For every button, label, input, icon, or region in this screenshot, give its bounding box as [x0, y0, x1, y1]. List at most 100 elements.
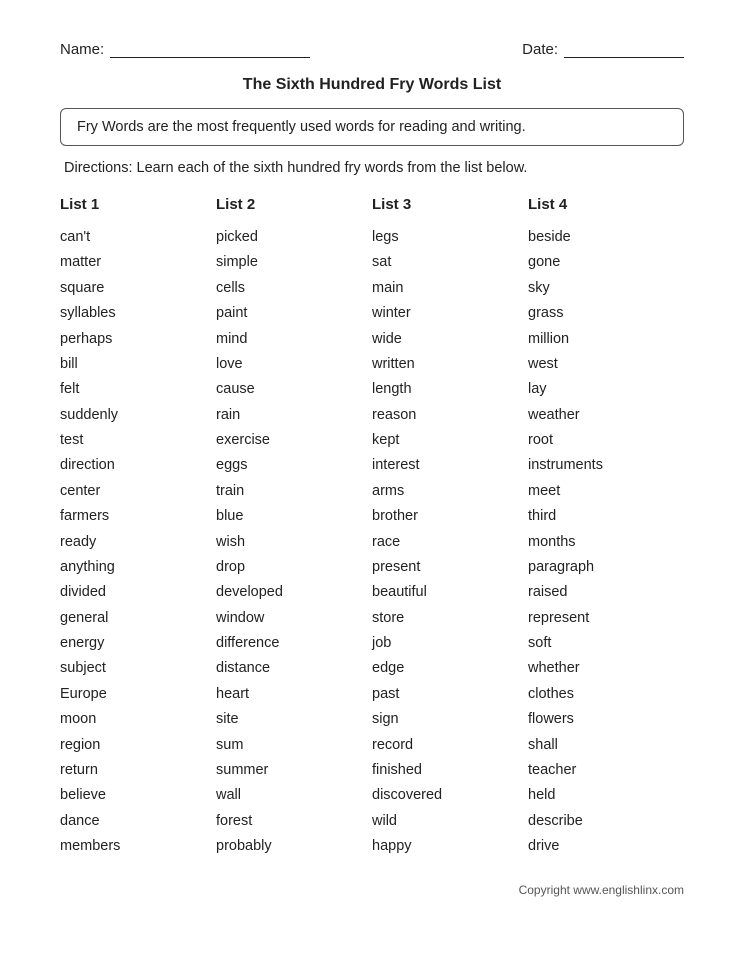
list-header-4: List 4 [528, 196, 674, 213]
list-item: arms [372, 479, 518, 504]
list-item: difference [216, 631, 362, 656]
list-col-3: List 3 legssatmainwinterwidewrittenlengt… [372, 196, 528, 859]
list-item: present [372, 555, 518, 580]
list-item: months [528, 530, 674, 555]
list-col-2: List 2 pickedsimplecellspaintmindlovecau… [216, 196, 372, 859]
list-item: train [216, 479, 362, 504]
list-item: cells [216, 276, 362, 301]
list-item: sum [216, 733, 362, 758]
list-item: bill [60, 352, 206, 377]
list-item: region [60, 733, 206, 758]
list-item: believe [60, 783, 206, 808]
list-item: probably [216, 834, 362, 859]
list-item: written [372, 352, 518, 377]
list-item: finished [372, 758, 518, 783]
date-underline [564, 40, 684, 58]
list-item: perhaps [60, 327, 206, 352]
list-item: beside [528, 225, 674, 250]
list-item: cause [216, 377, 362, 402]
list-item: test [60, 428, 206, 453]
list-item: Europe [60, 682, 206, 707]
list-item: teacher [528, 758, 674, 783]
list-item: center [60, 479, 206, 504]
list-item: mind [216, 327, 362, 352]
list-item: meet [528, 479, 674, 504]
list-item: picked [216, 225, 362, 250]
header-row: Name: Date: [60, 40, 684, 58]
list-item: anything [60, 555, 206, 580]
name-underline [110, 40, 310, 58]
list-item: represent [528, 606, 674, 631]
list-item: job [372, 631, 518, 656]
list-col-1: List 1 can'tmattersquaresyllablesperhaps… [60, 196, 216, 859]
list-item: sat [372, 250, 518, 275]
list-item: grass [528, 301, 674, 326]
list-item: felt [60, 377, 206, 402]
list-item: ready [60, 530, 206, 555]
description-text: Fry Words are the most frequently used w… [77, 119, 526, 135]
list-4-words: besidegoneskygrassmillionwestlayweatherr… [528, 225, 674, 859]
list-item: race [372, 530, 518, 555]
list-item: wild [372, 809, 518, 834]
list-1-words: can'tmattersquaresyllablesperhapsbillfel… [60, 225, 206, 859]
list-item: heart [216, 682, 362, 707]
list-item: forest [216, 809, 362, 834]
list-item: instruments [528, 453, 674, 478]
list-item: kept [372, 428, 518, 453]
list-item: gone [528, 250, 674, 275]
directions-text: Directions: Learn each of the sixth hund… [60, 160, 684, 176]
list-item: subject [60, 656, 206, 681]
list-item: window [216, 606, 362, 631]
list-item: weather [528, 403, 674, 428]
list-item: length [372, 377, 518, 402]
list-item: square [60, 276, 206, 301]
list-item: soft [528, 631, 674, 656]
list-item: sky [528, 276, 674, 301]
list-item: general [60, 606, 206, 631]
list-item: site [216, 707, 362, 732]
date-field: Date: [522, 40, 684, 58]
list-item: return [60, 758, 206, 783]
list-item: root [528, 428, 674, 453]
copyright: Copyright www.englishlinx.com [60, 883, 684, 897]
list-item: raised [528, 580, 674, 605]
list-item: reason [372, 403, 518, 428]
list-item: divided [60, 580, 206, 605]
list-item: clothes [528, 682, 674, 707]
list-item: million [528, 327, 674, 352]
list-item: describe [528, 809, 674, 834]
list-item: exercise [216, 428, 362, 453]
list-item: love [216, 352, 362, 377]
list-item: syllables [60, 301, 206, 326]
name-label: Name: [60, 41, 104, 58]
list-item: interest [372, 453, 518, 478]
list-header-2: List 2 [216, 196, 362, 213]
list-item: west [528, 352, 674, 377]
list-item: drop [216, 555, 362, 580]
word-lists: List 1 can'tmattersquaresyllablesperhaps… [60, 196, 684, 859]
list-item: simple [216, 250, 362, 275]
description-box: Fry Words are the most frequently used w… [60, 108, 684, 146]
list-item: suddenly [60, 403, 206, 428]
list-col-4: List 4 besidegoneskygrassmillionwestlayw… [528, 196, 684, 859]
list-item: happy [372, 834, 518, 859]
list-item: sign [372, 707, 518, 732]
list-item: rain [216, 403, 362, 428]
list-item: third [528, 504, 674, 529]
list-item: blue [216, 504, 362, 529]
list-item: wide [372, 327, 518, 352]
list-item: lay [528, 377, 674, 402]
list-header-1: List 1 [60, 196, 206, 213]
list-item: brother [372, 504, 518, 529]
list-item: flowers [528, 707, 674, 732]
list-item: wall [216, 783, 362, 808]
list-item: moon [60, 707, 206, 732]
list-item: winter [372, 301, 518, 326]
date-label: Date: [522, 41, 558, 58]
name-field: Name: [60, 40, 310, 58]
list-item: members [60, 834, 206, 859]
list-item: held [528, 783, 674, 808]
list-item: edge [372, 656, 518, 681]
page-title: The Sixth Hundred Fry Words List [60, 76, 684, 94]
list-item: main [372, 276, 518, 301]
